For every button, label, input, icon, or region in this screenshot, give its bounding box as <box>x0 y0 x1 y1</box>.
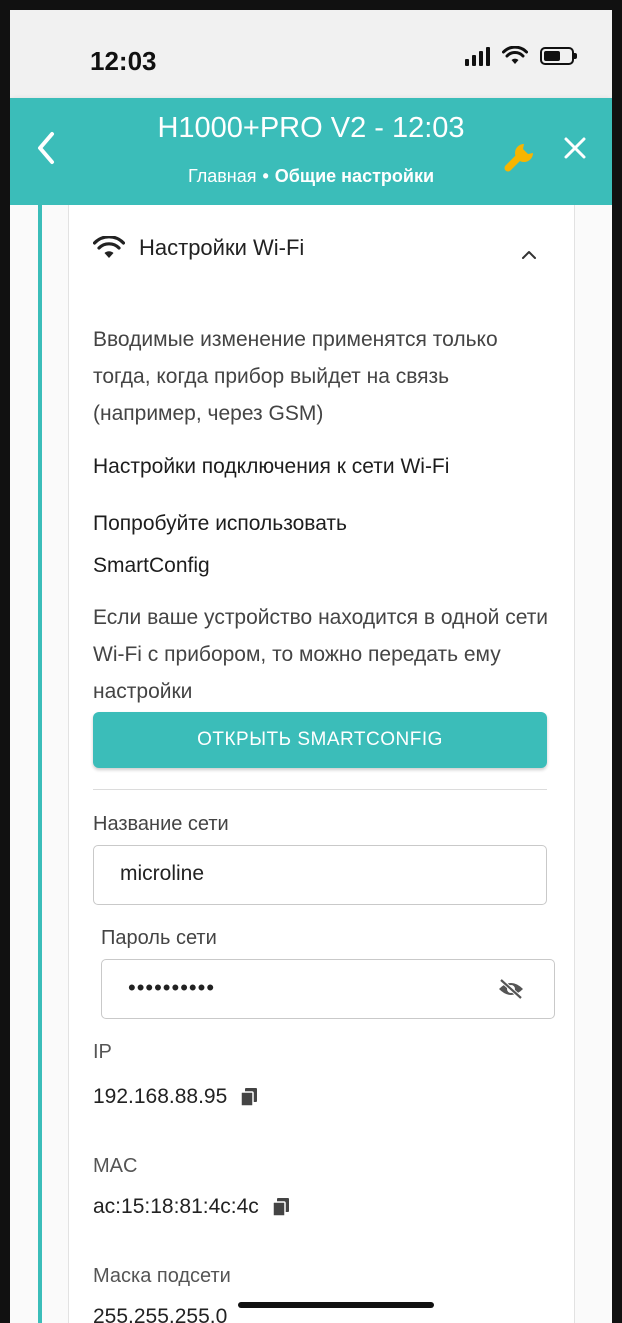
wifi-settings-card: Настройки Wi-Fi Вводимые изменение приме… <box>68 205 575 1323</box>
subnet-mask-label: Маска подсети <box>93 1265 231 1287</box>
wifi-status-icon <box>502 46 528 64</box>
eye-off-icon[interactable] <box>498 978 524 1000</box>
network-name-value: microline <box>120 862 205 885</box>
status-time: 12:03 <box>90 46 157 76</box>
mac-label: MAC <box>93 1155 138 1177</box>
home-indicator <box>238 1302 434 1308</box>
chevron-up-icon[interactable] <box>521 247 537 263</box>
breadcrumb-separator: • <box>262 166 269 186</box>
password-value: •••••••••• <box>128 975 216 1000</box>
ip-row: 192.168.88.95 <box>93 1085 258 1109</box>
ip-value: 192.168.88.95 <box>93 1085 228 1108</box>
password-label: Пароль сети <box>101 927 217 949</box>
breadcrumb-home[interactable]: Главная <box>188 166 257 186</box>
status-bar: 12:03 <box>10 10 612 98</box>
subnet-mask-value: 255.255.255.0 <box>93 1305 228 1323</box>
content-area: Настройки Wi-Fi Вводимые изменение приме… <box>10 205 612 1323</box>
wifi-icon <box>93 236 125 258</box>
subnet-mask-row: 255.255.255.0 <box>93 1305 227 1323</box>
copy-icon[interactable] <box>241 1088 258 1106</box>
close-icon[interactable] <box>562 128 588 172</box>
wifi-connection-subtitle: Настройки подключения к сети Wi-Fi <box>93 455 450 478</box>
divider <box>93 789 547 790</box>
password-field[interactable]: •••••••••• <box>101 959 555 1019</box>
app-header: H1000+PRO V2 - 12:03 Главная • Общие настр… <box>10 98 612 205</box>
smartconfig-prompt-line1: Попробуйте использовать <box>93 512 347 535</box>
battery-icon <box>540 47 577 65</box>
breadcrumb-current: Общие настройки <box>274 166 435 186</box>
open-smartconfig-button[interactable]: ОТКРЫТЬ SMARTCONFIG <box>93 712 547 768</box>
smartconfig-prompt-line2: SmartConfig <box>93 554 210 577</box>
network-name-label: Название сети <box>93 813 229 835</box>
copy-icon[interactable] <box>272 1198 289 1216</box>
phone-screen: 12:03 H1000+PRO V2 - 12:03 Главная • Общие… <box>10 10 612 1323</box>
apply-note: Вводимые изменение применятся только тог… <box>93 328 498 425</box>
mac-row: ac:15:18:81:4c:4c <box>93 1195 289 1219</box>
wifi-section-header[interactable]: Настройки Wi-Fi <box>93 235 304 261</box>
ip-label: IP <box>93 1041 112 1063</box>
section-title: Настройки Wi-Fi <box>139 235 305 260</box>
left-accent-rail <box>38 205 42 1323</box>
smartconfig-description: Если ваше устройство находится в одной с… <box>93 606 549 703</box>
mac-value: ac:15:18:81:4c:4c <box>93 1195 259 1218</box>
wrench-icon[interactable] <box>500 138 538 176</box>
status-icons <box>465 46 577 66</box>
signal-icon <box>465 46 490 66</box>
network-name-field[interactable]: microline <box>93 845 547 905</box>
